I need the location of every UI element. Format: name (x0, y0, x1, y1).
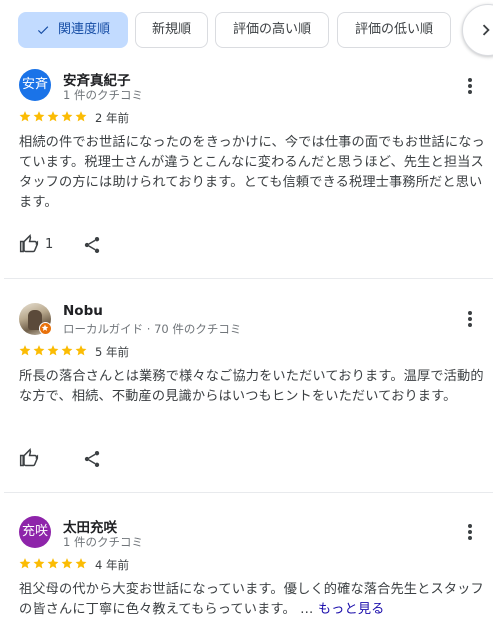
star-icon (18, 557, 32, 570)
check-icon (36, 23, 50, 37)
divider (4, 278, 493, 279)
star-icon (32, 557, 46, 570)
more-options-icon[interactable] (462, 523, 478, 543)
chips-scroll-right-button[interactable] (462, 4, 493, 56)
avatar[interactable]: 安斉 (19, 69, 51, 101)
sort-chip-lowest[interactable]: 評価の低い順 (337, 12, 451, 48)
star-icon (74, 557, 88, 570)
chevron-right-icon (482, 24, 490, 36)
review-text-content: 祖父母の代から大変お世話になっています。優しく的確な落合先生とスタッフの皆さんに… (19, 582, 484, 617)
sort-chip-label: 関連度順 (57, 22, 110, 37)
sort-chip-label: 評価の低い順 (354, 22, 433, 37)
thumb-up-icon (19, 448, 39, 467)
share-icon (84, 237, 100, 253)
divider (4, 492, 493, 493)
reviewer-meta: 1 件のクチコミ (63, 88, 143, 102)
review-text: 祖父母の代から大変お世話になっています。優しく的確な落合先生とスタッフの皆さんに… (19, 580, 485, 620)
reviewer-name[interactable]: Nobu (63, 303, 103, 319)
share-icon (84, 451, 100, 467)
more-options-icon[interactable] (462, 77, 478, 97)
star-icon (74, 110, 88, 123)
sort-chip-newest[interactable]: 新規順 (135, 12, 208, 48)
star-rating (18, 557, 88, 571)
reviewer-name[interactable]: 安斉真紀子 (63, 69, 131, 89)
more-options-icon[interactable] (462, 310, 478, 330)
sort-chip-label: 評価の高い順 (232, 22, 311, 37)
star-icon (60, 557, 74, 570)
like-button[interactable]: 1 (19, 234, 53, 256)
review-text: 相続の件でお世話になったのをきっかけに、今では仕事の面でもお世話になっています。… (19, 135, 485, 210)
review-date: 4 年前 (95, 558, 129, 572)
reviewer-meta: ローカルガイド · 70 件のクチコミ (63, 322, 242, 336)
like-button[interactable] (19, 448, 39, 470)
star-icon (18, 344, 32, 357)
star-icon (46, 110, 60, 123)
share-button[interactable] (82, 449, 102, 469)
star-rating (18, 344, 88, 358)
sort-chips: 関連度順 新規順 評価の高い順 評価の低い順 (18, 4, 493, 56)
sort-chip-highest[interactable]: 評価の高い順 (215, 12, 329, 48)
read-more-link[interactable]: もっと見る (318, 602, 385, 617)
review-text: 所長の落合さんとは業務で様々なご協力をいただいております。温厚で活動的な方で、相… (19, 369, 484, 404)
star-icon (60, 110, 74, 123)
review-date: 5 年前 (95, 345, 129, 359)
thumb-up-icon (19, 234, 39, 253)
sort-chip-label: 新規順 (151, 22, 191, 37)
sort-chip-relevance[interactable]: 関連度順 (18, 12, 128, 48)
reviewer-meta: 1 件のクチコミ (63, 535, 143, 549)
share-button[interactable] (82, 235, 102, 255)
star-icon (18, 110, 32, 123)
local-guide-badge (39, 322, 52, 335)
star-icon (74, 344, 88, 357)
star-rating (18, 110, 88, 124)
star-icon (32, 344, 46, 357)
star-icon (60, 344, 74, 357)
avatar[interactable]: 充咲 (19, 516, 51, 548)
review-date: 2 年前 (95, 111, 129, 125)
reviewer-name[interactable]: 太田充咲 (63, 516, 117, 536)
star-icon (32, 110, 46, 123)
star-icon (46, 557, 60, 570)
star-icon (46, 344, 60, 357)
text-ellipsis: … (295, 602, 314, 617)
like-count: 1 (45, 237, 54, 252)
